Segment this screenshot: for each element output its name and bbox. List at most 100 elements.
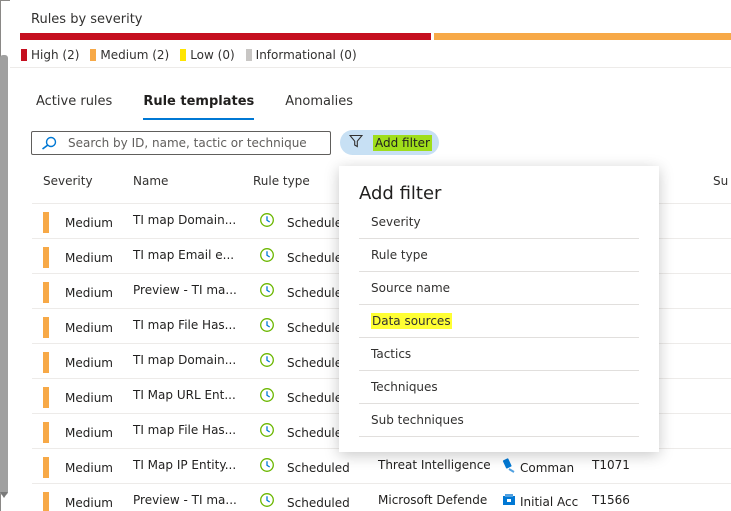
severity-indicator xyxy=(43,352,49,373)
legend-item-medium: Medium (2) xyxy=(90,48,169,62)
column-header-sub-techniques[interactable]: Su xyxy=(713,174,728,188)
row-rule-type: Schedule xyxy=(287,356,343,370)
filter-option-source-name[interactable]: Source name xyxy=(359,272,639,305)
legend-swatch-high xyxy=(21,49,27,61)
row-severity: Medium xyxy=(65,461,113,475)
rule-tabs: Active rules Rule templates Anomalies xyxy=(36,94,353,120)
severity-indicator xyxy=(43,422,49,443)
filter-option-label: Rule type xyxy=(371,248,428,262)
legend-swatch-informational xyxy=(245,49,252,61)
add-filter-dropdown: Add filter Severity Rule type Source nam… xyxy=(339,166,659,452)
legend-label-low: Low (0) xyxy=(190,48,235,62)
severity-bar-high xyxy=(20,33,431,40)
filter-option-sub-techniques[interactable]: Sub techniques xyxy=(359,404,639,437)
add-filter-label: Add filter xyxy=(373,134,432,151)
column-header-severity[interactable]: Severity xyxy=(43,174,93,188)
tab-active-rules[interactable]: Active rules xyxy=(36,94,112,120)
row-source-name: Microsoft Defende xyxy=(378,493,488,507)
row-rule-type: Schedule xyxy=(287,216,343,230)
filter-option-tactics[interactable]: Tactics xyxy=(359,338,639,371)
legend-item-informational: Informational (0) xyxy=(245,48,357,62)
clock-icon xyxy=(259,422,275,441)
legend-label-informational: Informational (0) xyxy=(255,48,357,62)
search-icon xyxy=(38,136,60,150)
clock-icon xyxy=(259,352,275,371)
clock-icon xyxy=(259,282,275,301)
severity-indicator xyxy=(43,387,49,408)
clock-icon xyxy=(259,492,275,511)
column-header-rule-type[interactable]: Rule type xyxy=(253,174,310,188)
legend-label-medium: Medium (2) xyxy=(100,48,170,62)
row-severity: Medium xyxy=(65,251,113,265)
initial-access-icon xyxy=(502,493,516,510)
severity-indicator xyxy=(43,492,49,511)
severity-legend: High (2) Medium (2) Low (0) Informationa… xyxy=(21,48,357,62)
row-name: Preview - TI ma... xyxy=(133,283,237,297)
filter-option-label: Techniques xyxy=(371,380,438,394)
row-severity: Medium xyxy=(65,496,113,510)
row-tactic: Comman xyxy=(502,458,574,477)
row-technique: T1071 xyxy=(592,458,630,472)
clock-icon xyxy=(259,247,275,266)
filter-icon xyxy=(348,134,364,151)
vertical-scrollbar[interactable] xyxy=(0,55,8,495)
severity-indicator xyxy=(43,212,49,233)
table-row[interactable]: Medium Preview - TI ma... Scheduled Micr… xyxy=(32,483,731,511)
filter-option-label: Source name xyxy=(371,281,451,295)
row-rule-type: Schedule xyxy=(287,391,343,405)
filter-option-data-sources[interactable]: Data sources xyxy=(359,305,639,338)
row-severity: Medium xyxy=(65,356,113,370)
filter-option-label: Sub techniques xyxy=(371,413,464,427)
row-name: TI map Domain... xyxy=(133,353,237,367)
row-name: TI Map IP Entity... xyxy=(133,458,237,472)
legend-item-low: Low (0) xyxy=(180,48,235,62)
row-rule-type: Schedule xyxy=(287,321,343,335)
row-severity: Medium xyxy=(65,391,113,405)
filter-option-label: Data sources xyxy=(371,313,452,329)
severity-title: Rules by severity xyxy=(31,12,143,27)
dropdown-title: Add filter xyxy=(359,183,442,204)
row-tactic: Initial Acc xyxy=(502,493,578,510)
row-rule-type: Schedule xyxy=(287,251,343,265)
legend-item-high: High (2) xyxy=(21,48,79,62)
severity-indicator xyxy=(43,317,49,338)
tab-rule-templates[interactable]: Rule templates xyxy=(143,94,255,120)
tab-anomalies[interactable]: Anomalies xyxy=(285,94,353,120)
clock-icon xyxy=(259,212,275,231)
row-tactic-label: Initial Acc xyxy=(520,494,579,509)
legend-swatch-low xyxy=(180,49,187,61)
row-name: TI Map URL Ent... xyxy=(133,388,236,402)
scroll-down-arrow-icon[interactable] xyxy=(0,492,8,498)
severity-bar-medium xyxy=(434,33,731,40)
command-and-control-icon xyxy=(502,458,516,477)
table-row[interactable]: Medium TI Map IP Entity... Scheduled Thr… xyxy=(32,448,731,483)
filter-option-techniques[interactable]: Techniques xyxy=(359,371,639,404)
row-rule-type: Scheduled xyxy=(287,496,350,510)
row-rule-type: Scheduled xyxy=(287,461,350,475)
add-filter-button[interactable]: Add filter xyxy=(340,130,439,155)
row-technique: T1566 xyxy=(592,493,630,507)
search-input[interactable] xyxy=(68,136,323,150)
row-source-name: Threat Intelligence xyxy=(378,458,491,472)
clock-icon xyxy=(259,457,275,476)
row-name: Preview - TI ma... xyxy=(133,493,237,507)
row-name: TI map Domain... xyxy=(133,213,237,227)
filter-option-label: Severity xyxy=(371,215,421,229)
column-header-name[interactable]: Name xyxy=(133,174,168,188)
row-rule-type: Schedule xyxy=(287,426,343,440)
filter-option-rule-type[interactable]: Rule type xyxy=(359,239,639,272)
row-severity: Medium xyxy=(65,216,113,230)
row-rule-type: Schedule xyxy=(287,286,343,300)
row-severity: Medium xyxy=(65,286,113,300)
row-tactic-label: Comman xyxy=(520,460,575,475)
filter-option-severity[interactable]: Severity xyxy=(359,206,639,239)
search-box[interactable] xyxy=(31,131,331,155)
row-name: TI map File Has... xyxy=(133,423,237,437)
row-severity: Medium xyxy=(65,321,113,335)
row-name: TI map Email e... xyxy=(133,248,235,262)
severity-indicator xyxy=(43,457,49,478)
clock-icon xyxy=(259,387,275,406)
filter-options-list: Severity Rule type Source name Data sour… xyxy=(359,206,639,437)
row-severity: Medium xyxy=(65,426,113,440)
filter-option-label: Tactics xyxy=(371,347,412,361)
